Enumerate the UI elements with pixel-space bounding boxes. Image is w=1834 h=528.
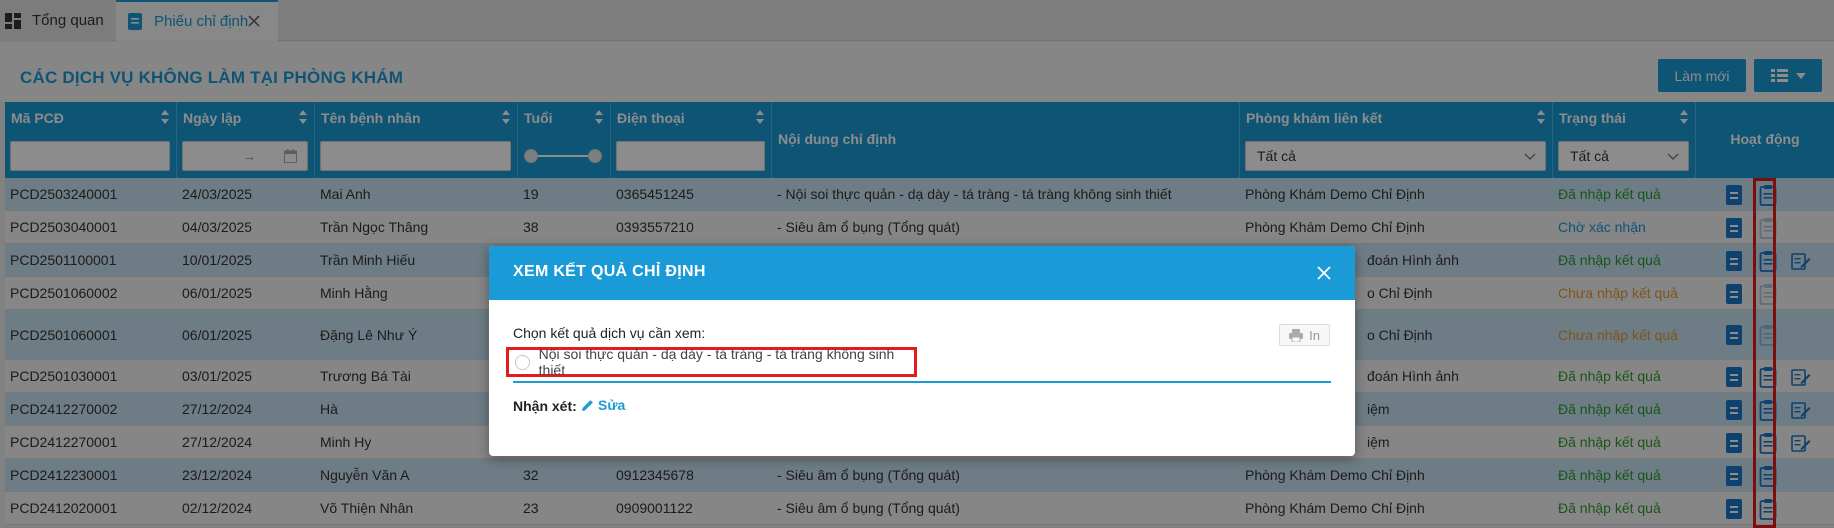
pencil-icon [582,399,593,411]
comment-label: Nhận xét: [513,398,577,414]
close-icon[interactable] [1317,266,1331,280]
service-option-label: Nội soi thực quản - dạ dày - tá tràng - … [538,346,895,378]
print-label: In [1309,327,1320,343]
edit-comment-link[interactable]: Sửa [581,397,625,413]
dialog-title: XEM KẾT QUẢ CHỈ ĐỊNH [513,263,706,280]
printer-icon [1289,328,1304,342]
edit-label: Sửa [598,397,626,413]
dialog-header: XEM KẾT QUẢ CHỈ ĐỊNH [489,246,1355,300]
service-option[interactable]: Nội soi thực quản - dạ dày - tá tràng - … [506,346,917,378]
choose-service-label: Chọn kết quả dịch vụ cần xem: [513,325,706,341]
view-result-dialog: XEM KẾT QUẢ CHỈ ĐỊNH Chọn kết quả dịch v… [489,246,1355,456]
service-radio[interactable] [515,354,530,370]
print-button[interactable]: In [1279,324,1330,346]
divider [513,381,1331,383]
